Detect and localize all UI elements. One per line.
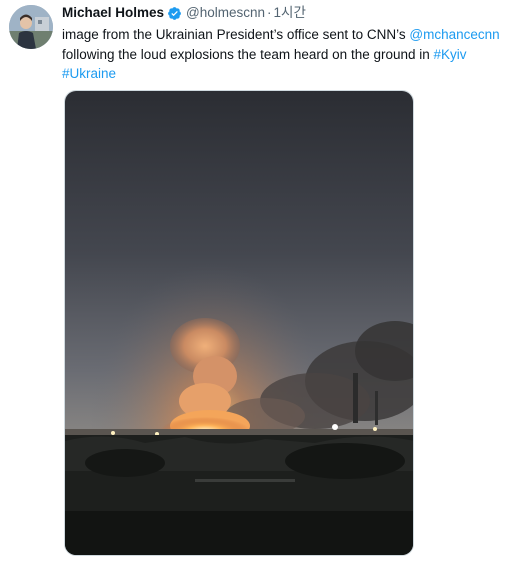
mention-link[interactable]: @mchancecnn — [409, 27, 499, 42]
avatar[interactable] — [9, 5, 53, 49]
tweet: Michael Holmes @holmescnn · 1시간 image fr… — [0, 0, 530, 565]
tweet-photo[interactable] — [64, 90, 414, 556]
tweet-header: Michael Holmes @holmescnn · 1시간 — [62, 4, 522, 22]
tweet-text-part2: following the loud explosions the team h… — [62, 46, 434, 62]
author-name[interactable]: Michael Holmes — [62, 4, 164, 22]
tweet-text-part1: image from the Ukrainian President’s off… — [62, 27, 410, 42]
tweet-text: image from the Ukrainian President’s off… — [62, 25, 517, 84]
hashtag-ukraine-link[interactable]: #Ukraine — [62, 66, 116, 81]
tweet-timestamp[interactable]: 1시간 — [274, 4, 306, 22]
explosion-photo — [65, 91, 413, 555]
tweet-content: Michael Holmes @holmescnn · 1시간 image fr… — [62, 4, 522, 84]
separator-dot: · — [267, 5, 272, 20]
avatar-image — [9, 5, 53, 49]
author-handle[interactable]: @holmescnn — [186, 4, 265, 22]
verified-badge-icon — [167, 6, 182, 21]
hashtag-kyiv-link[interactable]: #Kyiv — [434, 47, 467, 62]
